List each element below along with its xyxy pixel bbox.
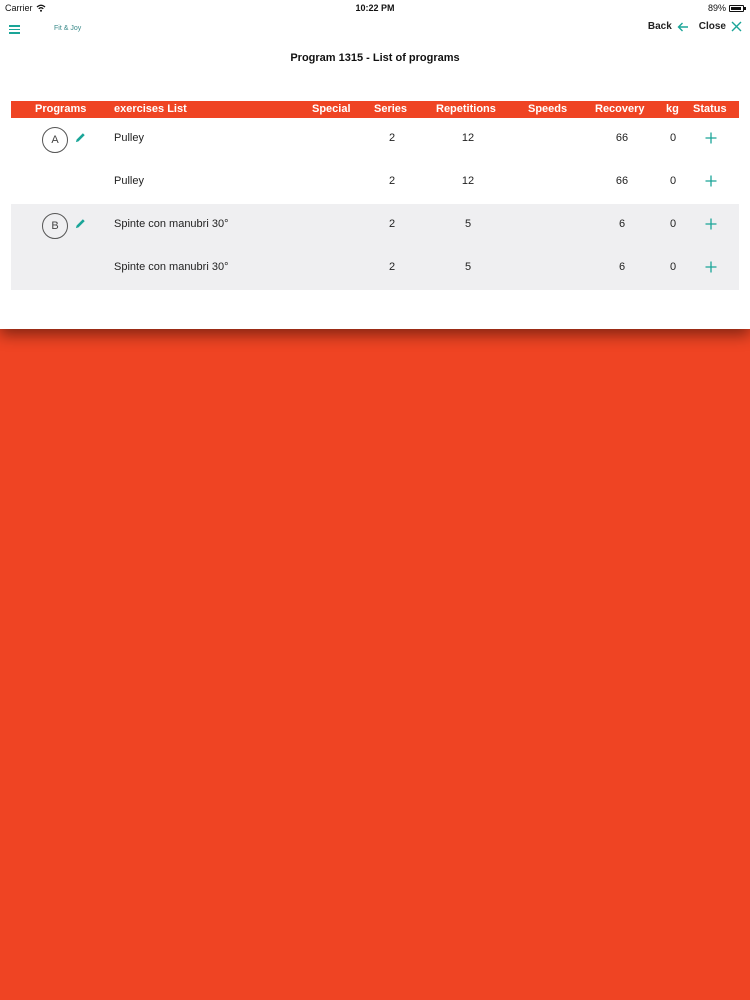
header-programs: Programs	[35, 103, 87, 115]
repetitions-value: 5	[464, 261, 472, 273]
header-series: Series	[374, 103, 408, 115]
plus-icon[interactable]	[705, 132, 717, 144]
header-repetitions: Repetitions	[436, 103, 496, 115]
header-special: Special	[312, 103, 351, 115]
header-kg: kg	[666, 103, 679, 115]
header-recovery: Recovery	[595, 103, 645, 115]
table-row: Spinte con manubri 30° 2 5 6 0	[11, 247, 739, 290]
kg-value: 0	[669, 261, 677, 273]
pencil-icon[interactable]	[75, 132, 86, 143]
series-value: 2	[388, 132, 396, 144]
clock: 10:22 PM	[355, 3, 395, 13]
battery-level	[731, 6, 741, 10]
program-badge: B	[42, 213, 68, 239]
recovery-value: 6	[618, 261, 626, 273]
series-value: 2	[388, 261, 396, 273]
header-speeds: Speeds	[528, 103, 568, 115]
header-exercises-list: exercises List	[114, 103, 187, 115]
exercise-name: Spinte con manubri 30°	[114, 218, 229, 230]
battery-indicator: 89%	[707, 3, 746, 13]
battery-icon	[729, 4, 746, 12]
program-badge: A	[42, 127, 68, 153]
recovery-value: 66	[615, 175, 629, 187]
recovery-value: 66	[615, 132, 629, 144]
arrow-left-icon	[677, 22, 688, 31]
hamburger-menu-icon[interactable]	[9, 25, 20, 34]
table-row: Pulley 2 12 66 0	[11, 161, 739, 204]
table-row: B Spinte con manubri 30° 2 5 6 0	[11, 204, 739, 247]
repetitions-value: 5	[464, 218, 472, 230]
repetitions-value: 12	[461, 132, 475, 144]
plus-icon[interactable]	[705, 218, 717, 230]
back-button[interactable]: Back	[648, 21, 689, 32]
page-title: Program 1315 - List of programs	[290, 52, 460, 64]
series-value: 2	[388, 218, 396, 230]
plus-icon[interactable]	[705, 261, 717, 273]
table-row: A Pulley 2 12 66 0	[11, 118, 739, 161]
kg-value: 0	[669, 132, 677, 144]
brand-label: Fit & Joy	[54, 25, 82, 32]
close-label: Close	[698, 21, 726, 32]
main-panel: Carrier 10:22 PM 89% Fit & Joy Back Clos…	[0, 0, 750, 329]
battery-percent: 89%	[707, 3, 726, 13]
header-status: Status	[693, 103, 727, 115]
programs-table: Programs exercises List Special Series R…	[11, 101, 739, 290]
close-button[interactable]: Close	[699, 21, 742, 32]
exercise-name: Pulley	[114, 175, 144, 187]
status-bar: Carrier 10:22 PM 89%	[0, 0, 750, 16]
plus-icon[interactable]	[705, 175, 717, 187]
kg-value: 0	[669, 175, 677, 187]
exercise-name: Spinte con manubri 30°	[114, 261, 229, 273]
pencil-icon[interactable]	[75, 218, 86, 229]
back-label: Back	[647, 21, 672, 32]
kg-value: 0	[669, 218, 677, 230]
recovery-value: 6	[618, 218, 626, 230]
series-value: 2	[388, 175, 396, 187]
nav-actions: Back Close	[648, 21, 742, 32]
repetitions-value: 12	[461, 175, 475, 187]
exercise-name: Pulley	[114, 132, 144, 144]
table-header: Programs exercises List Special Series R…	[11, 101, 739, 118]
close-icon	[731, 21, 742, 32]
